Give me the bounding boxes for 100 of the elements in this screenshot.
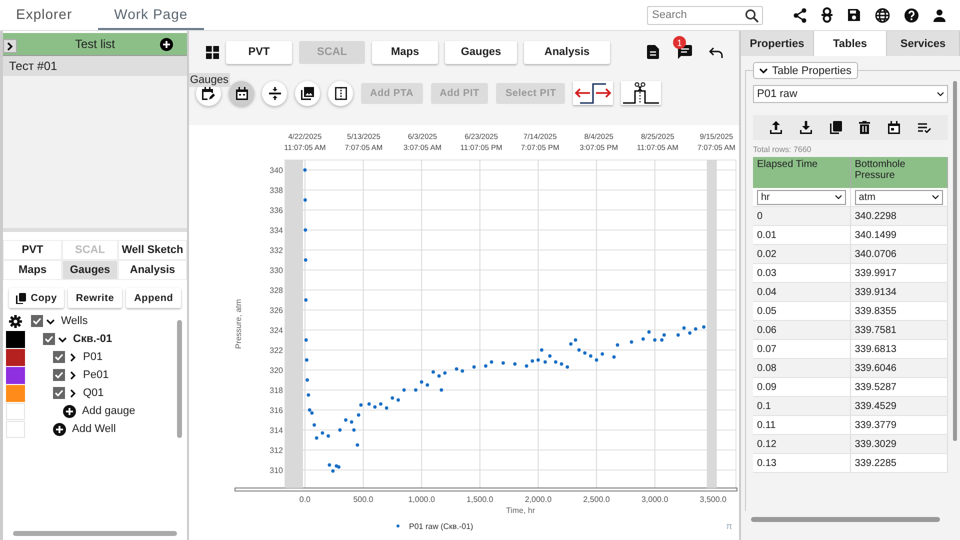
color-swatch[interactable] [6,366,25,384]
axis-tick-label: 322 [270,346,283,355]
nav-tab[interactable]: Analysis [524,40,610,64]
chevron-icon[interactable] [68,388,77,398]
tab[interactable]: Well Sketch [118,240,187,260]
data-point [390,396,394,400]
tab[interactable]: Maps [3,260,62,280]
axis-tick-label: 332 [270,246,283,255]
action-button[interactable]: Copy [9,288,64,308]
save-icon[interactable] [847,8,861,22]
add-icon[interactable] [53,422,66,436]
data-point [306,378,309,382]
checkbox[interactable] [43,333,55,345]
upload-icon[interactable] [770,121,782,134]
nav-tab[interactable]: PVT [226,40,292,64]
data-point [536,358,540,362]
figure-eight-icon[interactable] [821,7,833,23]
color-swatch[interactable] [6,330,25,348]
tree-label[interactable]: Wells [61,315,88,327]
copy-icon[interactable] [830,121,842,134]
unit-dropdown[interactable]: atm [854,190,943,204]
share-icon[interactable] [793,8,807,22]
data-point [588,354,592,358]
chevron-icon[interactable] [68,370,77,380]
tree-label[interactable]: Pe01 [83,369,109,381]
globe-icon[interactable] [875,8,890,22]
download-icon[interactable] [800,121,812,134]
shift-button[interactable] [573,81,614,105]
legend-label[interactable]: P01 raw (Скв.-01) [409,522,474,531]
tree-label[interactable]: Скв.-01 [73,333,112,345]
chevron-icon[interactable] [46,316,55,326]
tab[interactable]: PVT [3,240,62,260]
data-point [544,360,547,364]
action-button[interactable]: Rewrite [68,288,122,308]
chevron-icon [759,66,768,75]
page-tab[interactable]: Explorer [0,0,88,30]
cut-button[interactable] [621,81,662,105]
copy-icon [16,292,26,304]
unit-dropdown[interactable]: hr [757,190,846,204]
undo-icon[interactable] [709,46,723,58]
table-cell: 0.09 [753,378,850,396]
tab[interactable]: Analysis [118,260,187,280]
checkbox[interactable] [53,369,65,381]
add-icon[interactable] [160,38,173,51]
compress-button[interactable] [262,80,287,106]
checklist-icon[interactable] [918,122,932,132]
compress-icon [268,86,280,100]
chevron-icon[interactable] [58,334,67,344]
scrollbar[interactable] [751,517,940,522]
expand-button[interactable] [3,39,17,53]
data-point [359,403,363,407]
scrollbar[interactable] [953,81,957,441]
chevron-icon[interactable] [68,352,77,362]
data-point [594,358,598,362]
scrollbar[interactable] [177,320,182,438]
data-point [402,388,406,392]
search-field[interactable]: Search [647,6,763,24]
data-point [694,327,698,331]
table-cell: 0.13 [753,454,850,472]
caret-icon [937,92,944,96]
add-icon[interactable] [63,404,76,418]
data-point [472,365,476,369]
row-count: Total rows: 7660 [753,145,812,154]
color-swatch[interactable] [6,384,25,402]
tree-label[interactable]: Q01 [83,387,104,399]
section-toggle[interactable]: Table Properties [753,62,858,79]
source-dropdown[interactable]: P01 raw [753,85,948,103]
split-button[interactable] [328,80,353,106]
checkbox[interactable] [53,387,65,399]
document-icon[interactable] [647,45,659,59]
tab[interactable]: Services [887,31,960,56]
add-link[interactable]: Add Well [72,423,116,435]
list-item[interactable]: Тест #01 [3,56,187,76]
grid-icon[interactable] [206,46,219,58]
tab[interactable]: Tables [814,31,887,56]
help-icon[interactable] [904,8,919,22]
scrollbar[interactable] [13,531,177,536]
checkbox[interactable] [53,351,65,363]
data-point [304,338,308,342]
color-swatch[interactable] [6,348,25,366]
person-icon[interactable] [933,8,946,22]
axis-tick-label: 2,000.0 [524,495,552,504]
data-point [414,388,418,392]
tree-label[interactable]: P01 [83,351,103,363]
calendar-icon[interactable] [888,121,900,134]
tab[interactable]: Gauges [62,260,118,280]
data-point [356,443,360,447]
delete-icon[interactable] [859,121,870,134]
checkbox[interactable] [31,315,43,327]
nav-tab[interactable]: Gauges [445,40,517,64]
add-link[interactable]: Add gauge [82,405,136,417]
action-button[interactable]: Append [126,288,182,308]
data-point [312,423,316,427]
tab[interactable]: Properties [741,31,814,56]
calendar-button[interactable] [229,80,254,106]
settings-icon[interactable] [9,314,22,328]
data-point [630,340,634,344]
photos-button[interactable] [295,80,320,106]
nav-tab[interactable]: Maps [372,40,438,64]
data-point [338,428,342,432]
